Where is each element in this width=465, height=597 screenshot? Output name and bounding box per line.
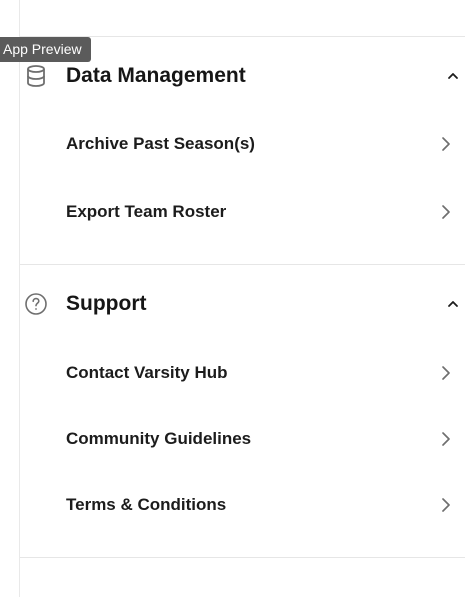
section-header-support[interactable]: Support xyxy=(20,284,465,324)
menu-item-label: Export Team Roster xyxy=(66,202,227,221)
divider xyxy=(20,264,465,265)
help-circle-icon xyxy=(24,292,48,316)
settings-panel: App Preview Data Management Archive Past… xyxy=(0,0,465,597)
menu-item-label: Community Guidelines xyxy=(66,429,252,448)
menu-item-label: Archive Past Season(s) xyxy=(66,134,255,153)
section-title: Support xyxy=(66,292,147,315)
menu-item-terms-and-conditions[interactable]: Terms & Conditions xyxy=(20,483,465,527)
chevron-right-icon xyxy=(442,205,450,219)
chevron-right-icon xyxy=(442,137,450,151)
section-header-data-management[interactable]: Data Management xyxy=(20,56,465,96)
chevron-right-icon xyxy=(442,498,450,512)
section-title: Data Management xyxy=(66,64,246,87)
menu-item-label: Terms & Conditions xyxy=(66,495,227,514)
chevron-up-icon[interactable] xyxy=(447,70,459,82)
chevron-right-icon xyxy=(442,366,450,380)
menu-item-archive-past-seasons[interactable]: Archive Past Season(s) xyxy=(20,122,465,166)
menu-item-label: Contact Varsity Hub xyxy=(66,363,228,382)
database-icon xyxy=(24,64,48,88)
divider xyxy=(20,557,465,558)
app-preview-tag: App Preview xyxy=(0,37,91,62)
menu-item-community-guidelines[interactable]: Community Guidelines xyxy=(20,417,465,461)
chevron-up-icon[interactable] xyxy=(447,298,459,310)
chevron-right-icon xyxy=(442,432,450,446)
menu-item-export-team-roster[interactable]: Export Team Roster xyxy=(20,190,465,234)
menu-item-contact-varsity-hub[interactable]: Contact Varsity Hub xyxy=(20,351,465,395)
